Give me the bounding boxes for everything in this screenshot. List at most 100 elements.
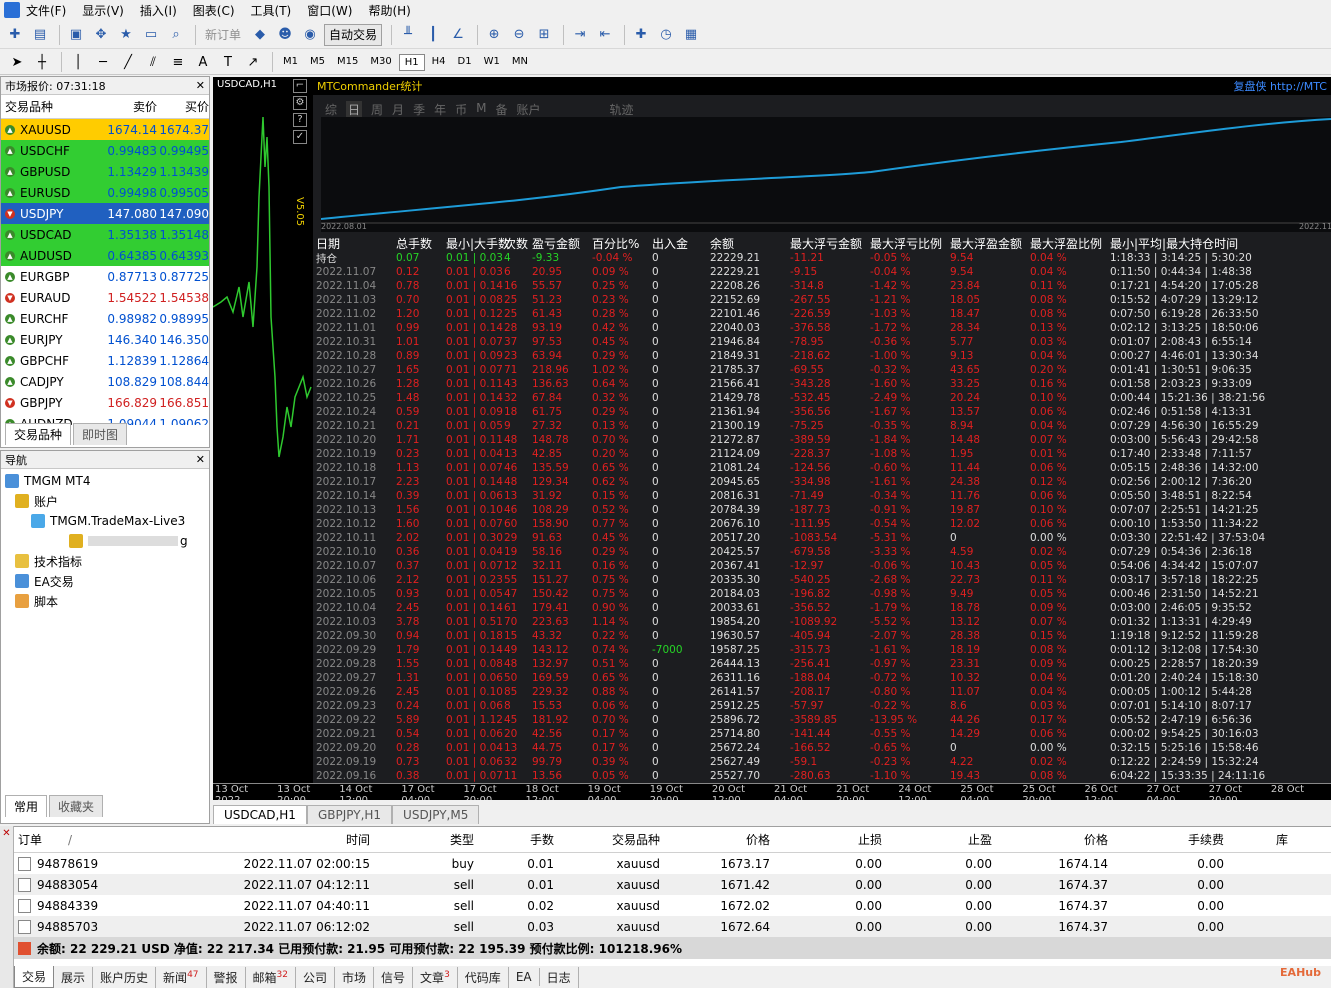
horizontal-line-icon[interactable]: ─ bbox=[92, 51, 114, 73]
candle-chart-icon[interactable]: ┃ bbox=[422, 24, 444, 46]
period-tab[interactable]: 年 bbox=[434, 101, 446, 118]
menu-item[interactable]: 窗口(W) bbox=[307, 2, 352, 19]
indicator-link[interactable]: 复盘侠 http://MTC bbox=[1234, 78, 1327, 94]
nav-account-server[interactable]: TMGM.TradeMax-Live3 bbox=[5, 511, 205, 531]
order-row[interactable]: 94878619 2022.11.07 02:00:15 buy 0.01 xauusd… bbox=[14, 853, 1331, 874]
period-tab[interactable]: 周 bbox=[371, 101, 383, 118]
terminal-tab[interactable]: 展示 bbox=[54, 966, 94, 988]
period-tab[interactable]: 季 bbox=[413, 101, 425, 118]
nav-broker[interactable]: TMGM MT4 bbox=[5, 471, 205, 491]
bar-chart-icon[interactable]: ╨ bbox=[397, 24, 419, 46]
order-row[interactable]: 94883054 2022.11.07 04:12:11 sell 0.01 xauus… bbox=[14, 874, 1331, 895]
indicators-icon[interactable]: ✚ bbox=[630, 24, 652, 46]
zoom-out-icon[interactable]: ⊖ bbox=[508, 24, 530, 46]
menu-item[interactable]: 工具(T) bbox=[251, 2, 292, 19]
market-row[interactable]: ▲ EURUSD 0.99498 0.99505 bbox=[1, 182, 209, 203]
market-row[interactable]: ▼ GBPJPY 166.829 166.851 bbox=[1, 392, 209, 413]
period-tab[interactable]: 币 bbox=[455, 101, 467, 118]
tab-market-0[interactable]: 交易品种 bbox=[5, 423, 72, 445]
timeframe-m5[interactable]: M5 bbox=[305, 54, 330, 71]
timeframe-h4[interactable]: H4 bbox=[427, 54, 451, 71]
chart-tab[interactable]: GBPJPY,H1 bbox=[306, 805, 393, 824]
menu-item[interactable]: 帮助(H) bbox=[368, 2, 410, 19]
chart-tab[interactable]: USDJPY,M5 bbox=[392, 805, 480, 824]
nav-indicators[interactable]: 技术指标 bbox=[5, 551, 205, 571]
terminal-tab[interactable]: 代码库 bbox=[458, 966, 509, 988]
terminal-tab[interactable]: 警报 bbox=[207, 966, 246, 988]
terminal-tab[interactable]: EA bbox=[509, 968, 540, 986]
tile-windows-icon[interactable]: ⊞ bbox=[533, 24, 555, 46]
period-tab[interactable]: 轨迹 bbox=[610, 101, 634, 118]
check-icon[interactable]: ✓ bbox=[293, 130, 307, 144]
templates-icon[interactable]: ▦ bbox=[680, 24, 702, 46]
market-row[interactable]: ▲ XAUUSD 1674.14 1674.37 bbox=[1, 119, 209, 140]
terminal-tab[interactable]: 邮箱32 bbox=[246, 966, 296, 988]
timeframe-m15[interactable]: M15 bbox=[332, 54, 363, 71]
order-row[interactable]: 94884339 2022.11.07 04:40:11 sell 0.02 xauus… bbox=[14, 895, 1331, 916]
order-row[interactable]: 94885703 2022.11.07 06:12:02 sell 0.03 xauus… bbox=[14, 916, 1331, 937]
terminal-tab[interactable]: 信号 bbox=[374, 966, 414, 988]
market-row[interactable]: ▲ USDCHF 0.99483 0.99495 bbox=[1, 140, 209, 161]
data-window-icon[interactable]: ✥ bbox=[90, 24, 112, 46]
zoom-in-icon[interactable]: ⊕ bbox=[483, 24, 505, 46]
nav-accounts[interactable]: 账户 bbox=[5, 491, 205, 511]
chart-shift-icon[interactable]: ⇤ bbox=[594, 24, 616, 46]
arrows-icon[interactable]: ↗ bbox=[242, 51, 264, 73]
metaeditor-icon[interactable]: ◆ bbox=[249, 24, 271, 46]
menu-item[interactable]: 插入(I) bbox=[140, 2, 177, 19]
chart-window[interactable]: USDCAD,H1 V5.05 ⌐ ⚙ ? ✓ MTCommander统计 复盘… bbox=[213, 77, 1331, 800]
market-row[interactable]: ▼ EURAUD 1.54522 1.54538 bbox=[1, 287, 209, 308]
tab-market-1[interactable]: 即时图 bbox=[73, 423, 128, 445]
terminal-tab[interactable]: 日志 bbox=[540, 966, 579, 988]
period-tab[interactable]: 备 bbox=[495, 101, 507, 118]
market-row[interactable]: ▲ USDCAD 1.35138 1.35148 bbox=[1, 224, 209, 245]
market-row[interactable]: ▲ GBPCHF 1.12839 1.12864 bbox=[1, 350, 209, 371]
market-row[interactable]: ▲ EURGBP 0.87713 0.87725 bbox=[1, 266, 209, 287]
close-icon[interactable]: ✕ bbox=[196, 79, 205, 92]
channel-icon[interactable]: ⫽ bbox=[142, 51, 164, 73]
period-tab[interactable]: 综 bbox=[325, 101, 337, 118]
terminal-tab[interactable]: 账户历史 bbox=[93, 966, 157, 988]
market-watch-icon[interactable]: ▣ bbox=[65, 24, 87, 46]
menu-item[interactable]: 文件(F) bbox=[26, 2, 66, 19]
new-order-button[interactable]: 新订单 bbox=[201, 24, 245, 46]
market-row[interactable]: ▲ EURJPY 146.340 146.350 bbox=[1, 329, 209, 350]
vertical-line-icon[interactable]: │ bbox=[67, 51, 89, 73]
terminal-tab[interactable]: 新闻47 bbox=[156, 966, 207, 988]
trendline-icon[interactable]: ╱ bbox=[117, 51, 139, 73]
market-row[interactable]: ▲ GBPUSD 1.13429 1.13439 bbox=[1, 161, 209, 182]
terminal-tab[interactable]: 交易 bbox=[14, 966, 55, 988]
timeframe-mn[interactable]: MN bbox=[507, 54, 533, 71]
profiles-icon[interactable]: ▤ bbox=[29, 24, 51, 46]
autoscroll-icon[interactable]: ⇥ bbox=[569, 24, 591, 46]
menu-item[interactable]: 图表(C) bbox=[193, 2, 235, 19]
nav-experts[interactable]: EA交易 bbox=[5, 571, 205, 591]
period-tab[interactable]: 日 bbox=[346, 101, 363, 118]
tester-icon[interactable]: ⌕ bbox=[165, 24, 187, 46]
line-chart-icon[interactable]: ∠ bbox=[447, 24, 469, 46]
navigator-icon[interactable]: ★ bbox=[115, 24, 137, 46]
timeframe-h1[interactable]: H1 bbox=[398, 53, 425, 71]
timeframe-m1[interactable]: M1 bbox=[278, 54, 303, 71]
signals-icon[interactable]: ☻ bbox=[274, 24, 296, 46]
new-chart-icon[interactable]: ✚ bbox=[4, 24, 26, 46]
fibonacci-icon[interactable]: ≡ bbox=[167, 51, 189, 73]
nav-scripts[interactable]: 脚本 bbox=[5, 591, 205, 611]
nav-account-user[interactable]: g bbox=[5, 531, 205, 551]
settings-icon[interactable]: ⚙ bbox=[293, 96, 307, 110]
timeframe-d1[interactable]: D1 bbox=[453, 54, 477, 71]
auto-trading-button[interactable]: 自动交易 bbox=[324, 23, 383, 46]
market-row[interactable]: ▲ EURCHF 0.98982 0.98995 bbox=[1, 308, 209, 329]
period-tab[interactable]: 月 bbox=[392, 101, 404, 118]
timeframe-w1[interactable]: W1 bbox=[479, 54, 505, 71]
market-icon[interactable]: ◉ bbox=[299, 24, 321, 46]
crosshair-icon[interactable]: ┼ bbox=[31, 51, 53, 73]
market-row[interactable]: ▼ USDJPY 147.080 147.090 bbox=[1, 203, 209, 224]
period-tab[interactable]: 账户 bbox=[516, 101, 540, 118]
market-row[interactable]: ▲ AUDUSD 0.64385 0.64393 bbox=[1, 245, 209, 266]
close-icon[interactable]: ✕ bbox=[196, 453, 205, 466]
minimize-icon[interactable]: ⌐ bbox=[293, 79, 307, 93]
close-icon[interactable]: ✕ bbox=[0, 828, 13, 839]
tab-navigator-0[interactable]: 常用 bbox=[5, 795, 48, 817]
terminal-icon[interactable]: ▭ bbox=[140, 24, 162, 46]
